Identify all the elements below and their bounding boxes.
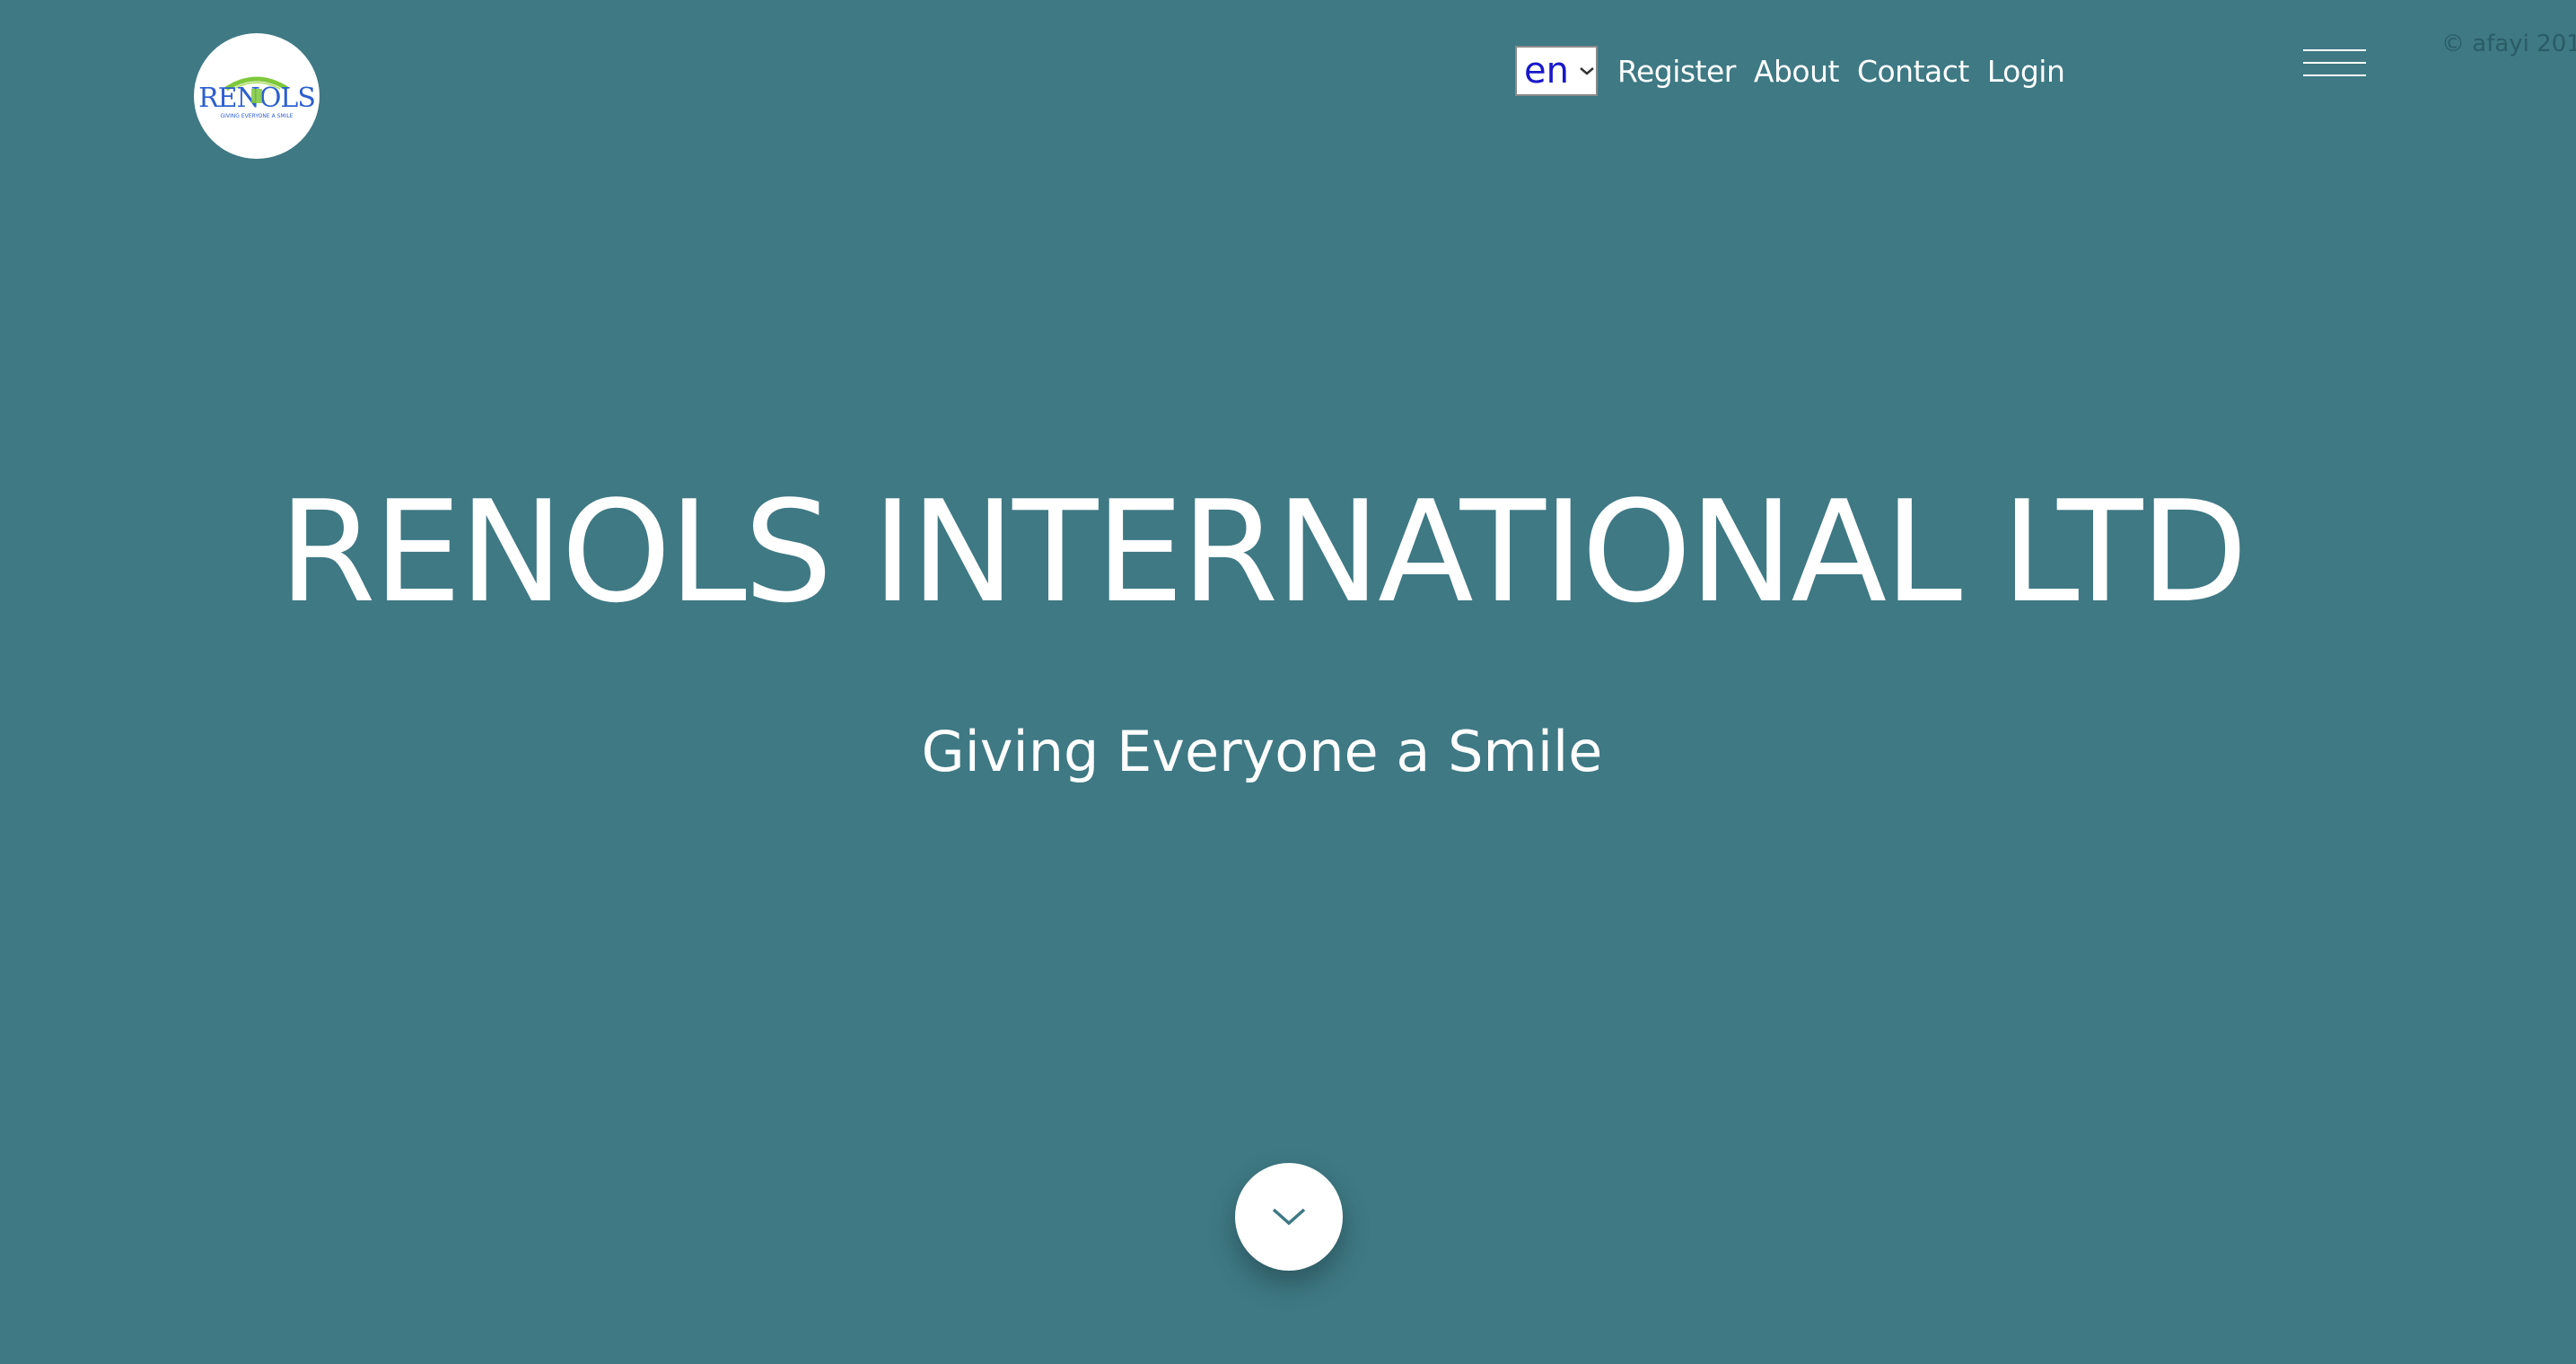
hero-title: RENOLS INTERNATIONAL LTD <box>278 470 2247 634</box>
nav-link-contact[interactable]: Contact <box>1857 54 1969 89</box>
chevron-down-icon <box>1580 67 1594 75</box>
logo-mark-icon: RENOLS GIVING EVERYONE A SMILE <box>198 76 316 119</box>
hamburger-line <box>2303 49 2366 51</box>
copyright-text: © afayi 2019 <box>2441 31 2576 57</box>
nav-link-about[interactable]: About <box>1754 54 1840 89</box>
nav-link-login[interactable]: Login <box>1987 54 2065 89</box>
hamburger-menu-icon[interactable] <box>2303 48 2366 78</box>
hamburger-line <box>2303 62 2366 64</box>
language-select-value: en <box>1524 50 1569 92</box>
landing-page: RENOLS GIVING EVERYONE A SMILE en Regist… <box>0 0 2576 1364</box>
chevron-down-icon <box>1272 1208 1306 1226</box>
nav-link-register[interactable]: Register <box>1617 54 1736 89</box>
company-logo[interactable]: RENOLS GIVING EVERYONE A SMILE <box>194 33 320 159</box>
svg-text:GIVING EVERYONE A SMILE: GIVING EVERYONE A SMILE <box>221 113 294 119</box>
scroll-down-button[interactable] <box>1235 1163 1343 1271</box>
language-select[interactable]: en <box>1515 46 1598 96</box>
hero-subtitle: Giving Everyone a Smile <box>921 719 1603 784</box>
hamburger-line <box>2303 74 2366 76</box>
top-navigation: en Register About Contact Login <box>1515 45 2082 97</box>
